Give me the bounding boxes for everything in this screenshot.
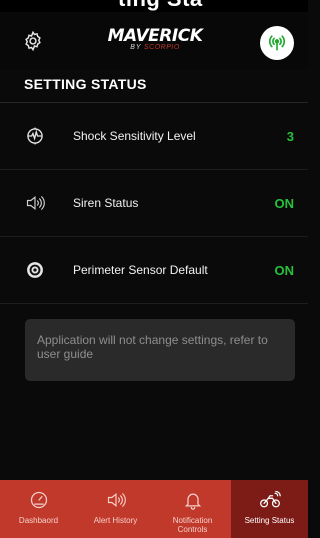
- shock-sensor-icon: [24, 125, 46, 147]
- tab-label: Setting Status: [244, 516, 295, 525]
- speaker-icon: [105, 489, 127, 511]
- settings-row-label: Perimeter Sensor Default: [73, 263, 208, 277]
- tab-label: Alert History: [93, 516, 138, 525]
- settings-row-label: Siren Status: [73, 196, 139, 210]
- gear-icon[interactable]: [22, 30, 44, 52]
- settings-row-value: 3: [286, 128, 294, 144]
- settings-row-label: Shock Sensitivity Level: [73, 129, 196, 143]
- logo-brand-text: SCORPIO: [144, 44, 180, 51]
- top-title-strip: ting Sta: [0, 0, 308, 12]
- page-title: SETTING STATUS: [24, 76, 147, 92]
- tab-label: Dashbaord: [18, 516, 59, 525]
- bell-icon: [182, 489, 204, 511]
- tab-notification-controls[interactable]: Notification Controls: [154, 480, 231, 538]
- brand-logo: MAVERICK BY SCORPIO: [100, 26, 210, 51]
- siren-speaker-icon: [24, 192, 46, 214]
- signal-tower-icon[interactable]: [260, 26, 294, 60]
- tab-alert-history[interactable]: Alert History: [77, 480, 154, 538]
- app-header: MAVERICK BY SCORPIO: [0, 12, 308, 70]
- settings-list: Shock Sensitivity Level 3 Siren Status O…: [0, 102, 308, 304]
- notice-message: Application will not change settings, re…: [25, 319, 295, 381]
- tab-label: Notification Controls: [172, 516, 213, 534]
- settings-row-shock: Shock Sensitivity Level 3: [0, 102, 308, 169]
- dashboard-gauge-icon: [28, 489, 50, 511]
- tab-setting-status[interactable]: Setting Status: [231, 480, 308, 538]
- logo-by-text: BY: [130, 44, 142, 51]
- top-title-text: ting Sta: [118, 0, 203, 12]
- bottom-tab-bar: Dashbaord Alert History Notification Con…: [0, 480, 308, 538]
- tab-dashboard[interactable]: Dashbaord: [0, 480, 77, 538]
- logo-main-text: MAVERICK: [107, 26, 203, 46]
- settings-row-perimeter: Perimeter Sensor Default ON: [0, 236, 308, 303]
- settings-row-value: ON: [274, 262, 295, 278]
- motorcycle-icon: [259, 489, 281, 511]
- settings-row-siren: Siren Status ON: [0, 169, 308, 236]
- perimeter-sensor-icon: [24, 259, 46, 281]
- settings-row-value: ON: [274, 195, 295, 211]
